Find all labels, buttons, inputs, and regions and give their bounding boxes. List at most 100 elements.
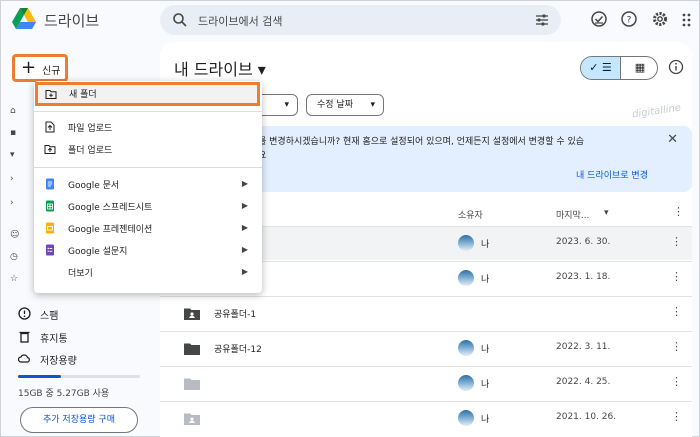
docs-icon (46, 178, 54, 190)
submenu-arrow-icon: ▶ (241, 245, 248, 254)
expand-arrow-icon[interactable]: › (10, 198, 22, 210)
more-icon[interactable]: ⋮ (673, 205, 684, 218)
menu-item-google-slides[interactable]: Google 프레젠테이션 ▶ (34, 217, 262, 239)
new-menu: 파일 업로드 폴더 업로드 Google 문서 ▶ Google 스프레드시트 … (34, 81, 262, 293)
new-button[interactable]: + 신규 (12, 54, 68, 82)
buy-storage-button[interactable]: 추가 저장용량 구매 (20, 407, 138, 433)
sidebar-item-label: 스팸 (40, 311, 59, 322)
new-folder-menu-item[interactable]: 새 폴더 (35, 82, 260, 106)
close-icon[interactable]: ✕ (667, 132, 678, 147)
forms-icon (46, 244, 54, 256)
search-options-icon[interactable] (535, 13, 549, 27)
page-title[interactable]: 내 드라이브 ▾ (174, 56, 266, 80)
shared-icon[interactable]: ☺ (10, 230, 22, 242)
expand-arrow-icon[interactable]: › (10, 174, 22, 186)
modified-date: 2023. 6. 30. (556, 237, 611, 247)
shared-folder-icon (184, 308, 200, 320)
file-upload-icon (45, 121, 55, 133)
starred-icon[interactable]: ☆ (10, 274, 22, 286)
slides-icon (46, 222, 54, 234)
menu-item-label: 파일 업로드 (68, 124, 113, 134)
drive-logo-icon (12, 8, 36, 29)
view-toggle[interactable]: ✓ ☰ ▦ (580, 56, 658, 80)
submenu-arrow-icon: ▶ (241, 201, 248, 210)
storage-text: 15GB 중 5.27GB 사용 (18, 389, 110, 399)
owner-label: 나 (481, 415, 490, 425)
grid-view-button[interactable]: ▦ (620, 57, 657, 79)
menu-item-label: Google 문서 (68, 181, 120, 191)
svg-text:?: ? (627, 16, 632, 26)
change-to-my-drive-button[interactable]: 내 드라이브로 변경 (576, 168, 648, 181)
new-button-label: 신규 (42, 66, 61, 77)
sort-down-icon[interactable]: ▾ (604, 208, 609, 218)
folder-upload-icon (44, 145, 56, 154)
chevron-down-icon: ▾ (370, 100, 375, 110)
spam-icon (18, 307, 31, 320)
more-icon[interactable]: ⋮ (671, 375, 682, 388)
menu-item-google-sheets[interactable]: Google 스프레드시트 ▶ (34, 195, 262, 217)
search-bar[interactable]: 드라이브에서 검색 (160, 5, 561, 35)
chevron-down-icon: ▾ (284, 100, 289, 110)
menu-item-label: Google 프레젠테이션 (68, 225, 153, 235)
more-icon[interactable]: ⋮ (671, 340, 682, 353)
submenu-arrow-icon: ▶ (241, 179, 248, 188)
more-icon[interactable]: ⋮ (671, 305, 682, 318)
more-icon[interactable]: ⋮ (671, 235, 682, 248)
table-row[interactable]: 나 2021. 10. 26. ⋮ (160, 401, 692, 435)
modified-date: 2022. 4. 25. (556, 377, 611, 387)
menu-item-label: Google 설문지 (68, 247, 128, 257)
avatar (458, 340, 474, 356)
search-icon[interactable] (172, 12, 188, 28)
avatar (458, 410, 474, 426)
more-icon[interactable]: ⋮ (671, 270, 682, 283)
my-drive-icon[interactable]: ▪ (10, 128, 22, 140)
owner-label: 나 (481, 275, 490, 285)
folder-icon (184, 378, 200, 390)
shared-folder-icon (184, 413, 200, 425)
chip-label: 수정 날짜 (317, 100, 353, 110)
avatar (458, 270, 474, 286)
menu-item-label: 폴더 업로드 (68, 146, 113, 156)
table-row[interactable]: 나 2022. 4. 25. ⋮ (160, 366, 692, 400)
list-view-button[interactable]: ✓ ☰ (581, 57, 620, 79)
submenu-arrow-icon: ▶ (241, 223, 248, 232)
menu-item-file-upload[interactable]: 파일 업로드 (34, 116, 262, 138)
table-row[interactable]: 공유폴더-12 나 2022. 3. 11. ⋮ (160, 331, 692, 365)
sidebar-item-label: 휴지통 (40, 334, 68, 345)
computers-icon[interactable]: ▾ (10, 150, 22, 162)
recent-icon[interactable]: ◷ (10, 252, 22, 264)
avatar (458, 375, 474, 391)
info-icon[interactable] (668, 59, 684, 75)
sidebar-item-label: 저장용량 (40, 356, 77, 367)
menu-item-label: 새 폴더 (69, 90, 97, 100)
menu-item-more[interactable]: 더보기 ▶ (34, 261, 262, 283)
trash-icon (19, 331, 30, 343)
table-row[interactable]: 공유폴더-1 ⋮ (160, 296, 692, 330)
column-modified[interactable]: 마지막... (556, 208, 589, 221)
home-icon[interactable]: ⌂ (10, 106, 22, 118)
file-name: 공유폴더-12 (214, 345, 262, 355)
menu-divider (34, 111, 262, 112)
menu-item-label: 더보기 (68, 269, 93, 279)
owner-label: 나 (481, 380, 490, 390)
offline-icon[interactable] (590, 10, 608, 28)
submenu-arrow-icon: ▶ (241, 267, 248, 276)
menu-item-google-forms[interactable]: Google 설문지 ▶ (34, 239, 262, 261)
settings-icon[interactable] (651, 10, 669, 28)
owner-label: 나 (481, 240, 490, 250)
owner-label: 나 (481, 345, 490, 355)
menu-item-folder-upload[interactable]: 폴더 업로드 (34, 138, 262, 160)
plus-icon: + (21, 57, 37, 78)
menu-item-google-docs[interactable]: Google 문서 ▶ (34, 173, 262, 195)
filter-chip-modified[interactable]: 수정 날짜 ▾ (306, 94, 384, 116)
banner-message: 를 변경하시겠습니까? 현재 홈으로 설정되어 있으며, 언제든지 설정에서 변… (258, 137, 585, 147)
avatar (458, 235, 474, 251)
modified-date: 2022. 3. 11. (556, 342, 611, 352)
help-icon[interactable]: ? (620, 10, 638, 28)
column-owner[interactable]: 소유자 (458, 208, 483, 221)
file-name: 공유폴더-1 (214, 310, 257, 320)
new-folder-icon (45, 90, 57, 99)
search-input[interactable]: 드라이브에서 검색 (198, 13, 282, 29)
apps-icon[interactable] (681, 10, 695, 28)
more-icon[interactable]: ⋮ (671, 410, 682, 423)
